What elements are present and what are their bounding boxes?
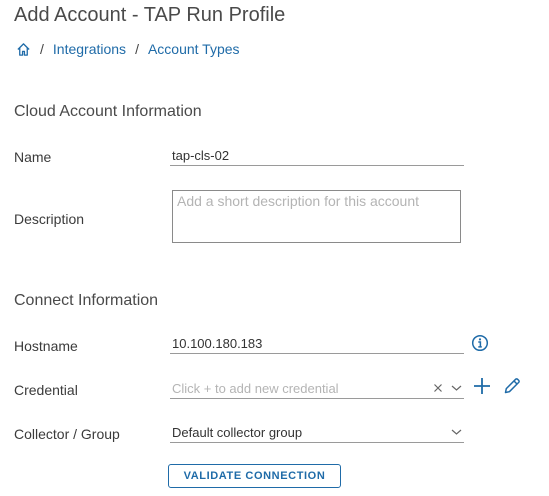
name-label: Name <box>14 149 52 165</box>
collector-label: Collector / Group <box>14 426 120 442</box>
breadcrumb-account-types[interactable]: Account Types <box>148 41 240 57</box>
validate-connection-button[interactable]: VALIDATE CONNECTION <box>168 464 341 488</box>
edit-icon[interactable] <box>502 376 522 396</box>
section-connect-information: Connect Information <box>14 292 159 309</box>
breadcrumb-integrations[interactable]: Integrations <box>53 41 126 57</box>
chevron-down-icon[interactable] <box>449 381 463 395</box>
section-cloud-account-information: Cloud Account Information <box>14 103 202 120</box>
home-icon[interactable] <box>16 42 31 57</box>
breadcrumb-separator: / <box>40 41 44 57</box>
hostname-input[interactable] <box>170 334 464 354</box>
hostname-label: Hostname <box>14 338 78 354</box>
name-input[interactable] <box>170 146 464 166</box>
credential-label: Credential <box>14 382 78 398</box>
chevron-down-icon[interactable] <box>449 425 463 439</box>
add-icon[interactable] <box>472 376 492 396</box>
collector-value: Default collector group <box>172 424 303 440</box>
description-textarea[interactable] <box>172 190 461 243</box>
breadcrumb: / Integrations / Account Types <box>16 39 240 59</box>
credential-placeholder: Click + to add new credential <box>172 380 339 396</box>
clear-icon[interactable] <box>431 381 445 395</box>
breadcrumb-separator: / <box>135 41 139 57</box>
info-icon[interactable] <box>471 334 489 352</box>
collector-select[interactable]: Default collector group <box>170 422 464 443</box>
credential-select[interactable]: Click + to add new credential <box>170 378 464 399</box>
page-title: Add Account - TAP Run Profile <box>14 4 286 26</box>
description-label: Description <box>14 211 85 227</box>
